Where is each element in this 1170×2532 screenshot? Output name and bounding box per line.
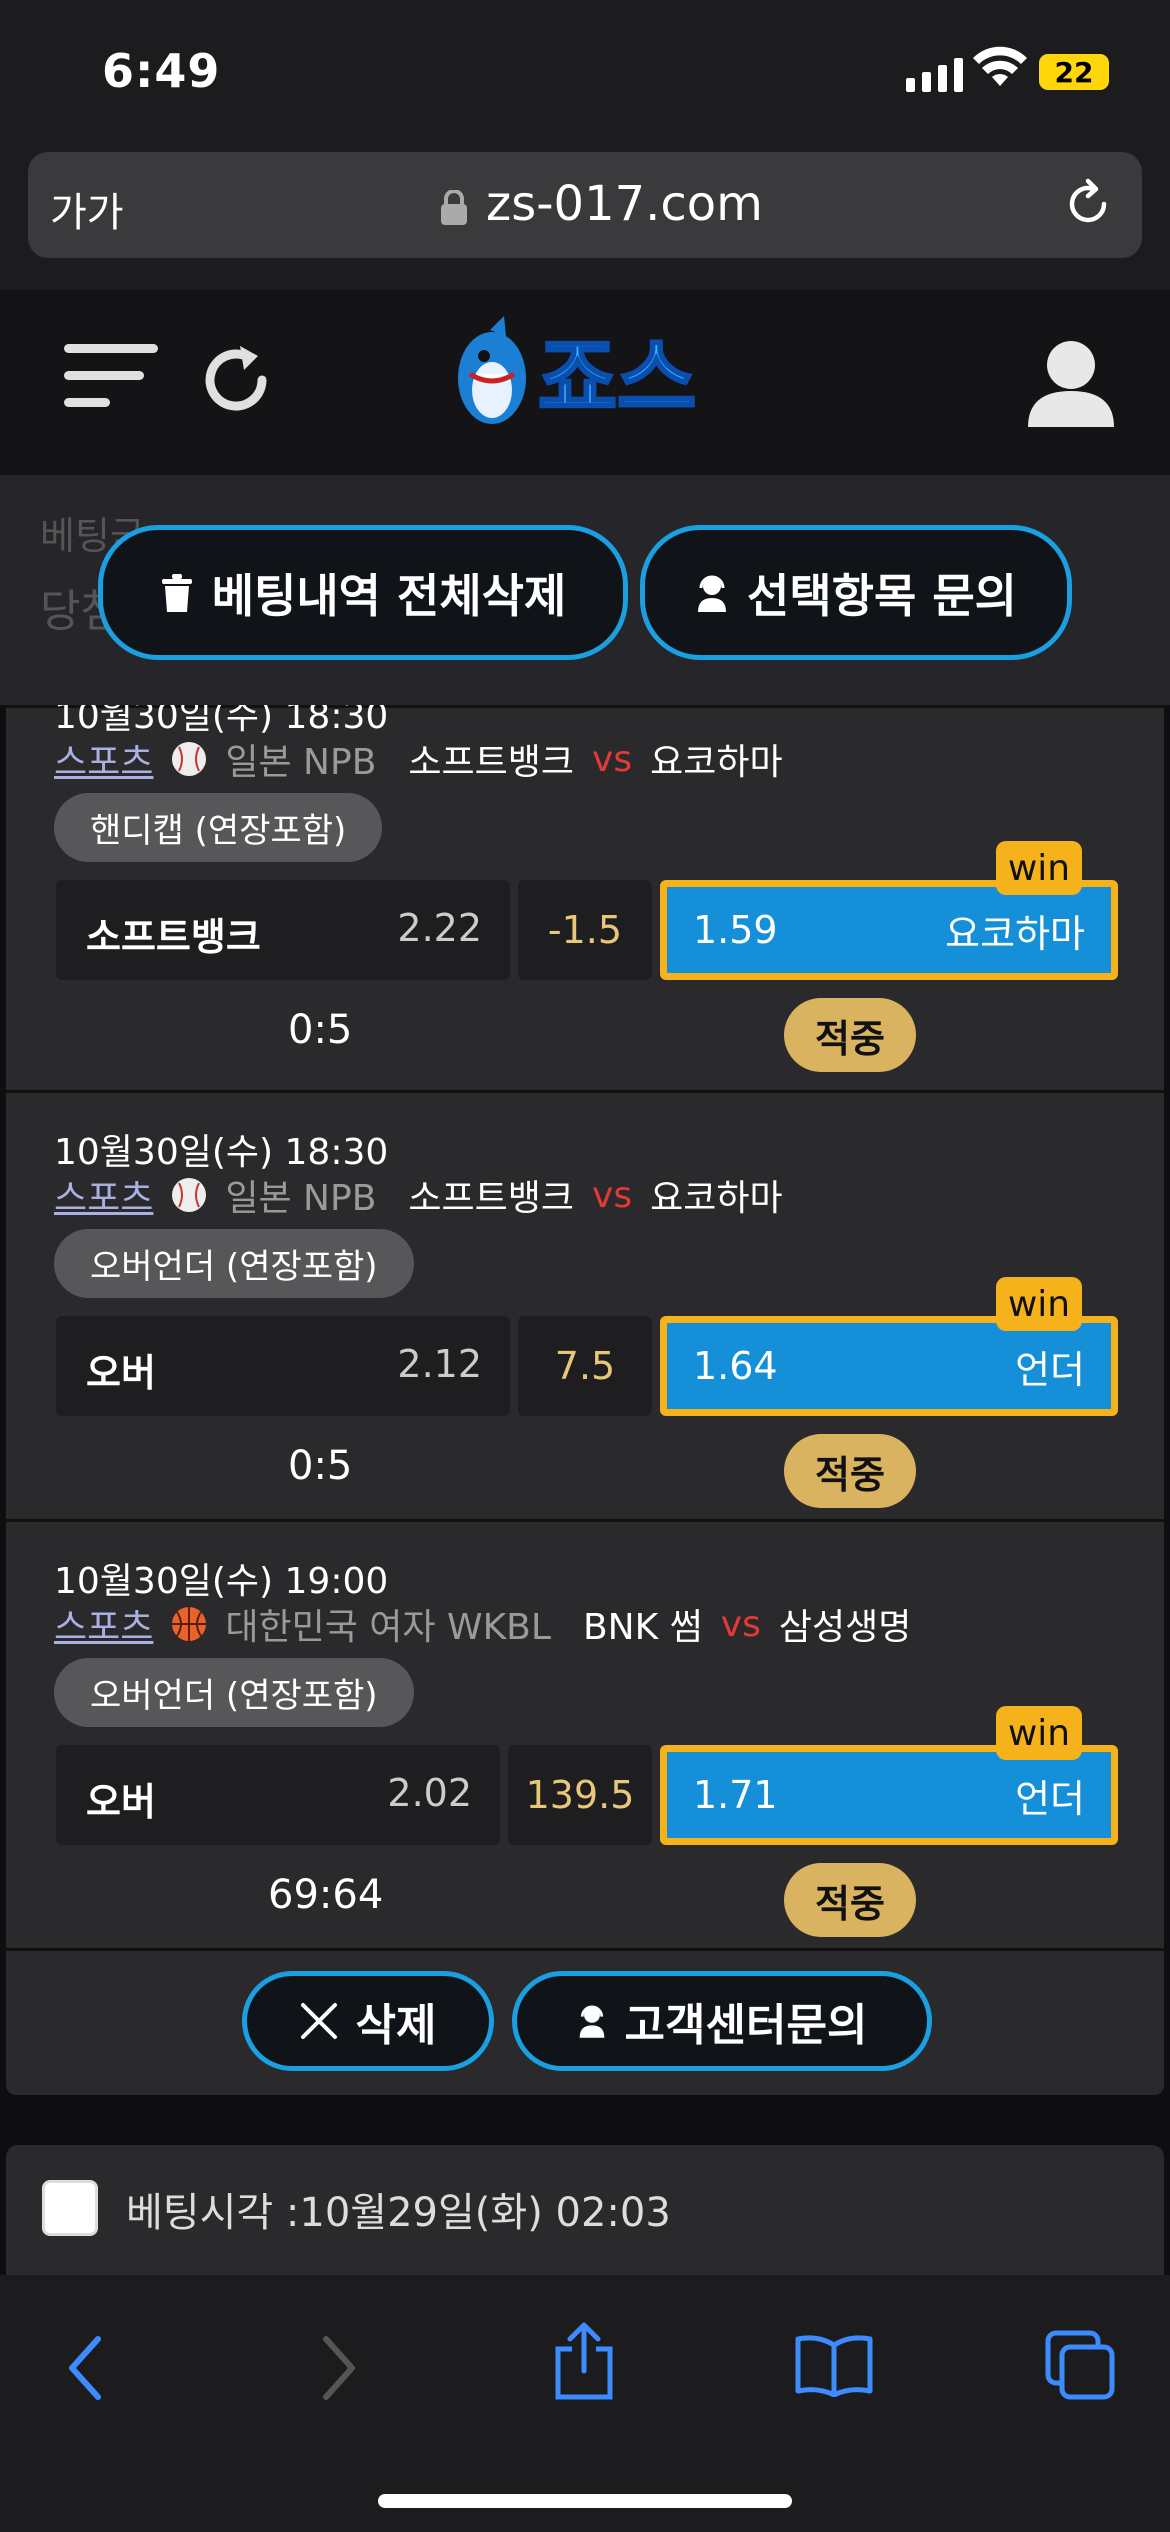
- text-size-button[interactable]: 가가: [50, 180, 124, 238]
- home-team: BNK 썸: [582, 1607, 703, 1648]
- battery-icon: 22: [1039, 54, 1109, 90]
- line-value-text: 7.5: [554, 1344, 616, 1388]
- selected-option-name: 언더: [1015, 1347, 1085, 1392]
- result-badge: 적중: [784, 1434, 916, 1508]
- delete-all-button[interactable]: 베팅내역 전체삭제: [98, 525, 628, 660]
- market-tag: 오버언더 (연장포함): [54, 1658, 414, 1727]
- lock-icon: [440, 189, 468, 230]
- back-icon[interactable]: [64, 2333, 104, 2407]
- away-team: 요코하마: [650, 742, 783, 783]
- selected-option[interactable]: 1.64 언더: [660, 1316, 1118, 1416]
- bet-row: 10월30일(수) 19:00 스포츠 대한민국 여자 WKBL BNK 썸 v…: [6, 1522, 1164, 1948]
- left-option[interactable]: 오버 2.12: [56, 1316, 510, 1416]
- selected-option-name: 요코하마: [945, 911, 1085, 956]
- basketball-icon: [172, 1607, 207, 1641]
- forward-icon[interactable]: [320, 2333, 360, 2407]
- divider: [6, 1948, 1164, 1951]
- left-option-name: 오버: [86, 1351, 156, 1395]
- market-tag: 오버언더 (연장포함): [54, 1229, 414, 1298]
- line-value-text: -1.5: [547, 908, 623, 952]
- selected-option-name: 언더: [1015, 1776, 1085, 1821]
- share-icon[interactable]: [552, 2321, 616, 2405]
- bet-match-line: 스포츠 일본 NPB 소프트뱅크 vs 요코하마: [54, 733, 783, 785]
- selected-option-odd: 1.59: [693, 908, 778, 952]
- result-badge: 적중: [784, 998, 916, 1072]
- reload-icon[interactable]: [1062, 178, 1114, 234]
- vs-label: vs: [592, 1174, 633, 1216]
- bet-match-line: 스포츠 일본 NPB 소프트뱅크 vs 요코하마: [54, 1169, 783, 1221]
- baseball-icon: [172, 1178, 207, 1212]
- menu-icon[interactable]: [64, 344, 158, 425]
- left-option[interactable]: 소프트뱅크 2.22: [56, 880, 510, 980]
- line-value: -1.5: [518, 880, 652, 980]
- result-badge: 적중: [784, 1863, 916, 1937]
- close-icon: [300, 2003, 337, 2039]
- left-option-odd: 2.02: [387, 1771, 472, 1815]
- left-option-name: 오버: [86, 1780, 156, 1824]
- delete-all-label: 베팅내역 전체삭제: [211, 568, 567, 623]
- home-team: 소프트뱅크: [408, 1178, 575, 1219]
- select-checkbox[interactable]: [42, 2180, 98, 2236]
- final-score: 69:64: [268, 1872, 384, 1918]
- site-logo[interactable]: 죠스: [430, 316, 750, 440]
- line-value: 7.5: [518, 1316, 652, 1416]
- market-tag: 핸디캡 (연장포함): [54, 793, 383, 862]
- line-value-text: 139.5: [525, 1773, 635, 1817]
- away-team: 요코하마: [650, 1178, 783, 1219]
- win-badge: win: [996, 841, 1082, 895]
- inquiry-selected-button[interactable]: 선택항목 문의: [640, 525, 1072, 660]
- vs-label: vs: [592, 738, 633, 780]
- bet-datetime: 10월30일(수) 18:30: [54, 1132, 389, 1173]
- headset-icon: [579, 2005, 604, 2038]
- left-option-name: 소프트뱅크: [86, 915, 261, 959]
- headset-icon: [698, 575, 727, 612]
- home-team: 소프트뱅크: [408, 742, 575, 783]
- win-badge: win: [996, 1706, 1082, 1760]
- sport-link[interactable]: 스포츠: [54, 1169, 153, 1221]
- line-value: 139.5: [508, 1745, 652, 1845]
- customer-center-button[interactable]: 고객센터문의: [512, 1971, 932, 2071]
- league-name: 일본 NPB: [225, 1178, 377, 1219]
- vs-label: vs: [720, 1603, 761, 1645]
- cellular-signal-icon: [906, 52, 963, 92]
- bet-datetime: 10월30일(수) 19:00: [54, 1561, 389, 1602]
- tabs-icon[interactable]: [1044, 2329, 1116, 2405]
- selected-option-odd: 1.64: [693, 1344, 778, 1388]
- sport-link[interactable]: 스포츠: [54, 1598, 153, 1650]
- selected-option[interactable]: 1.71 언더: [660, 1745, 1118, 1845]
- trash-icon: [161, 573, 192, 612]
- customer-center-label: 고객센터문의: [624, 2000, 868, 2051]
- url-text[interactable]: zs-017.com: [486, 176, 763, 232]
- refresh-icon[interactable]: [196, 340, 276, 424]
- final-score: 0:5: [288, 1007, 353, 1053]
- league-name: 대한민국 여자 WKBL: [225, 1607, 551, 1648]
- bet-match-line: 스포츠 대한민국 여자 WKBL BNK 썸 vs 삼성생명: [54, 1598, 911, 1650]
- selected-option[interactable]: 1.59 요코하마: [660, 880, 1118, 980]
- delete-label: 삭제: [355, 2000, 437, 2051]
- baseball-icon: [172, 742, 207, 776]
- league-name: 일본 NPB: [225, 742, 377, 783]
- left-option-odd: 2.22: [397, 906, 482, 950]
- bet-history-card: 10월30일(수) 18:30 스포츠 일본 NPB 소프트뱅크 vs 요코하마…: [6, 705, 1164, 2095]
- left-option[interactable]: 오버 2.02: [56, 1745, 500, 1845]
- final-score: 0:5: [288, 1443, 353, 1489]
- bet-row: 10월30일(수) 18:30 스포츠 일본 NPB 소프트뱅크 vs 요코하마…: [6, 705, 1164, 1090]
- bet-row: 10월30일(수) 18:30 스포츠 일본 NPB 소프트뱅크 vs 요코하마…: [6, 1093, 1164, 1519]
- win-badge: win: [996, 1277, 1082, 1331]
- home-indicator: [378, 2494, 792, 2508]
- selected-option-odd: 1.71: [693, 1773, 778, 1817]
- left-option-odd: 2.12: [397, 1342, 482, 1386]
- bet-time-label: 베팅시각 :10월29일(화) 02:03: [126, 2190, 671, 2236]
- status-time: 6:49: [102, 44, 221, 98]
- bookmarks-icon[interactable]: [794, 2333, 874, 2401]
- user-icon[interactable]: [1024, 335, 1118, 433]
- wifi-icon: [972, 46, 1028, 92]
- away-team: 삼성생명: [778, 1607, 912, 1648]
- delete-button[interactable]: 삭제: [242, 1971, 494, 2071]
- inquiry-selected-label: 선택항목 문의: [747, 568, 1017, 623]
- logo-text: 죠스: [538, 329, 696, 429]
- sport-link[interactable]: 스포츠: [54, 733, 153, 785]
